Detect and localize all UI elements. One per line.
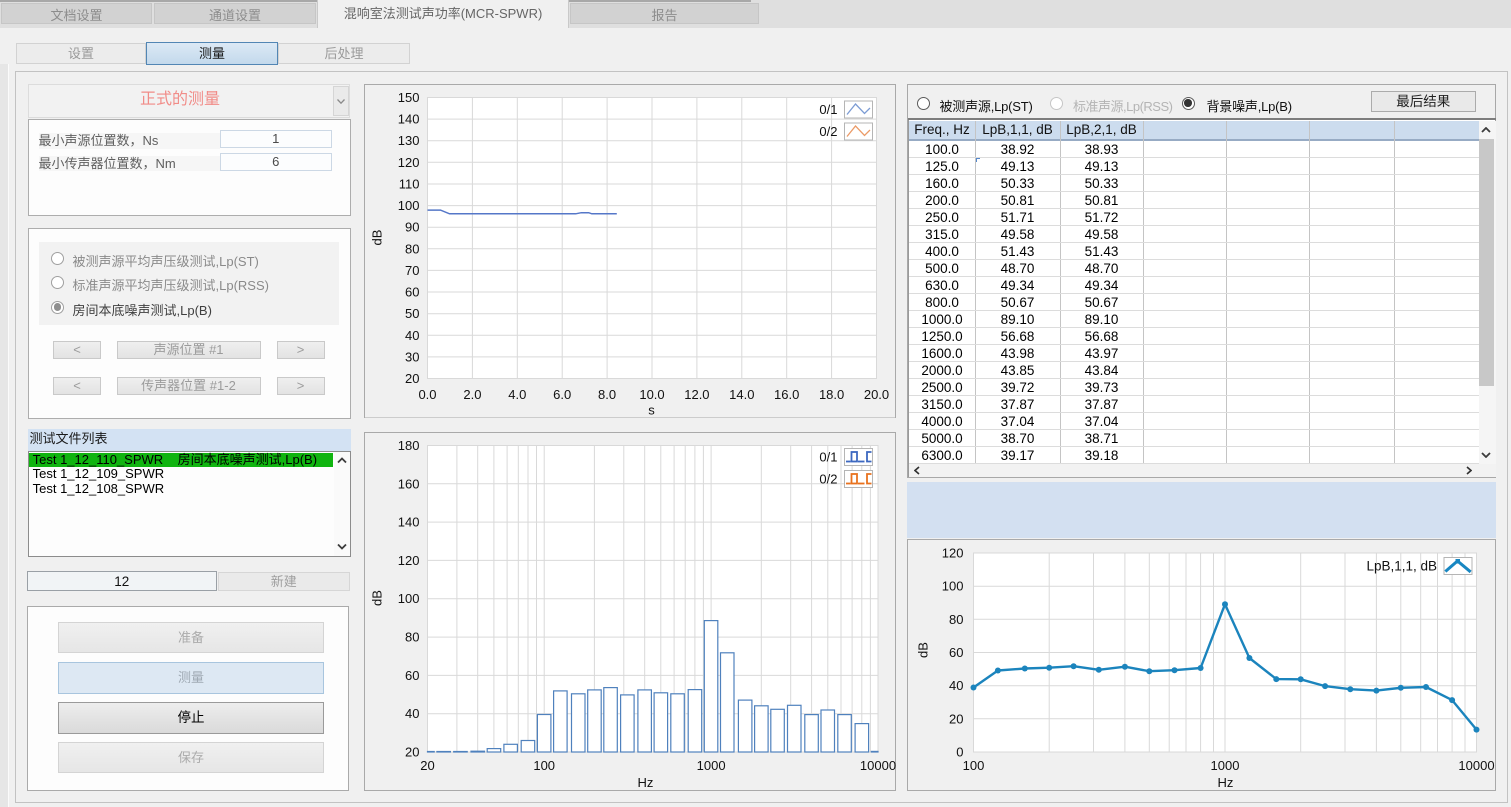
svg-text:10000: 10000 bbox=[1458, 758, 1494, 773]
svg-text:16.0: 16.0 bbox=[774, 387, 799, 402]
svg-text:140: 140 bbox=[397, 515, 419, 530]
svg-text:80: 80 bbox=[405, 241, 419, 256]
svg-text:120: 120 bbox=[941, 546, 963, 561]
svg-text:Hz: Hz bbox=[1217, 775, 1233, 790]
svg-text:0/2: 0/2 bbox=[819, 472, 837, 487]
svg-text:dB: dB bbox=[369, 590, 384, 606]
svg-text:10.0: 10.0 bbox=[639, 387, 664, 402]
svg-text:20: 20 bbox=[405, 371, 419, 386]
svg-text:20: 20 bbox=[420, 758, 434, 773]
svg-text:120: 120 bbox=[397, 553, 419, 568]
svg-text:100: 100 bbox=[397, 591, 419, 606]
svg-text:0/2: 0/2 bbox=[819, 124, 837, 139]
svg-text:60: 60 bbox=[949, 645, 963, 660]
svg-text:Hz: Hz bbox=[637, 775, 653, 790]
svg-text:110: 110 bbox=[398, 176, 419, 191]
svg-text:20: 20 bbox=[949, 711, 963, 726]
svg-text:40: 40 bbox=[405, 706, 419, 721]
svg-text:70: 70 bbox=[405, 262, 419, 277]
svg-text:6.0: 6.0 bbox=[553, 387, 571, 402]
svg-text:4.0: 4.0 bbox=[508, 387, 526, 402]
svg-text:LpB,1,1, dB: LpB,1,1, dB bbox=[1366, 559, 1437, 574]
svg-text:100: 100 bbox=[962, 758, 984, 773]
svg-text:0/1: 0/1 bbox=[819, 450, 837, 465]
svg-text:50: 50 bbox=[405, 306, 419, 321]
svg-text:60: 60 bbox=[405, 668, 419, 683]
svg-text:0.0: 0.0 bbox=[418, 387, 436, 402]
svg-text:1000: 1000 bbox=[1210, 758, 1239, 773]
svg-text:120: 120 bbox=[397, 154, 419, 169]
svg-text:100: 100 bbox=[533, 758, 555, 773]
svg-text:140: 140 bbox=[397, 111, 419, 126]
svg-text:30: 30 bbox=[405, 349, 419, 364]
svg-text:s: s bbox=[648, 402, 655, 417]
svg-text:40: 40 bbox=[405, 327, 419, 342]
svg-text:2.0: 2.0 bbox=[463, 387, 481, 402]
svg-text:100: 100 bbox=[941, 579, 963, 594]
svg-text:160: 160 bbox=[397, 476, 419, 491]
svg-text:130: 130 bbox=[397, 133, 419, 148]
svg-text:14.0: 14.0 bbox=[729, 387, 754, 402]
svg-text:12.0: 12.0 bbox=[684, 387, 709, 402]
svg-text:40: 40 bbox=[949, 678, 963, 693]
svg-text:20: 20 bbox=[405, 745, 419, 760]
svg-text:20.0: 20.0 bbox=[863, 387, 888, 402]
svg-text:180: 180 bbox=[397, 438, 419, 453]
svg-text:dB: dB bbox=[915, 642, 930, 658]
svg-text:150: 150 bbox=[397, 90, 419, 105]
svg-text:80: 80 bbox=[949, 612, 963, 627]
svg-text:0/1: 0/1 bbox=[819, 102, 837, 117]
svg-text:90: 90 bbox=[405, 219, 419, 234]
svg-text:8.0: 8.0 bbox=[598, 387, 616, 402]
svg-text:18.0: 18.0 bbox=[818, 387, 843, 402]
svg-text:dB: dB bbox=[369, 229, 384, 245]
svg-text:10000: 10000 bbox=[859, 758, 895, 773]
svg-text:100: 100 bbox=[397, 198, 419, 213]
svg-text:1000: 1000 bbox=[696, 758, 725, 773]
svg-text:80: 80 bbox=[405, 630, 419, 645]
svg-text:60: 60 bbox=[405, 284, 419, 299]
